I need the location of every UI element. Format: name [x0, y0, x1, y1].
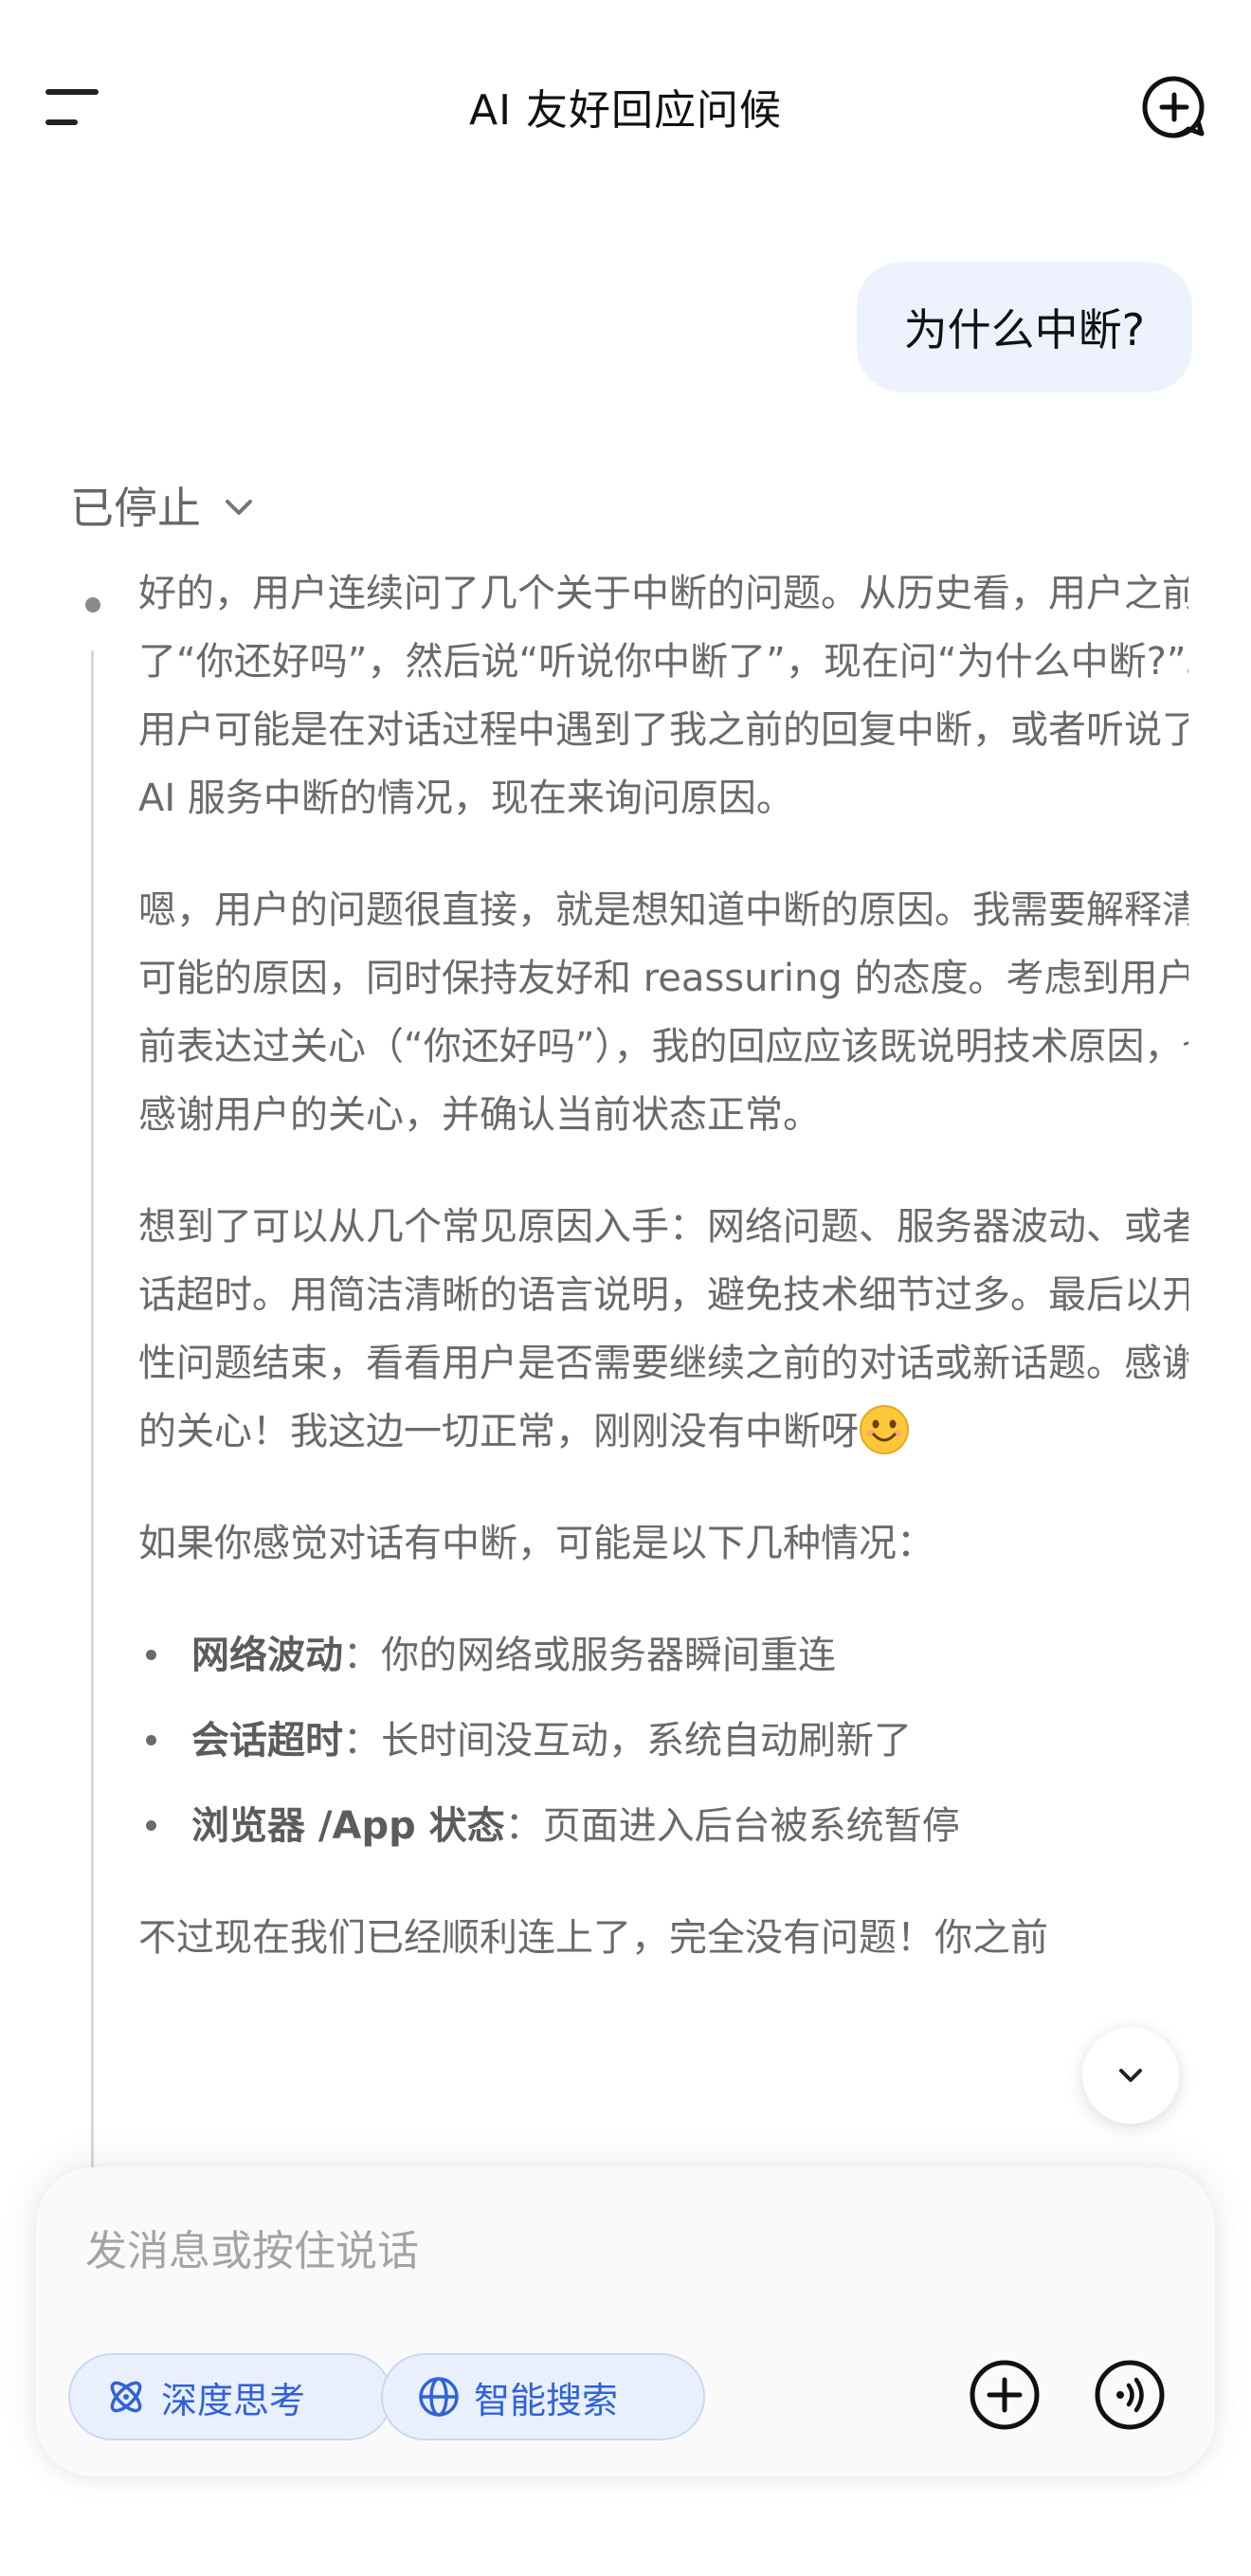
list-item-desc: ：你的网络或服务器瞬间重连	[343, 1634, 836, 1677]
thinking-paragraph: 不过现在我们已经顺利连上了，完全没有问题！你之前	[138, 1916, 1048, 1960]
chevron-down-icon	[1119, 2069, 1142, 2082]
user-message-text: 为什么中断?	[903, 304, 1145, 356]
message-composer: 发消息或按住说话 深度思考 智能搜索	[36, 2167, 1215, 2476]
new-chat-button[interactable]	[1141, 74, 1207, 140]
chevron-down-icon	[226, 500, 252, 515]
deep-think-toggle[interactable]: 深度思考	[68, 2353, 392, 2440]
reason-list: 网络波动：你的网络或服务器瞬间重连 会话超时：长时间没互动，系统自动刷新了 浏览…	[138, 1621, 1188, 1860]
add-attachment-button[interactable]	[967, 2357, 1042, 2433]
list-item-term: 浏览器 /App 状态	[191, 1804, 505, 1848]
globe-icon	[419, 2377, 459, 2417]
thinking-block: 好的，用户连续问了几个关于中断的问题。从历史看，用户之前问了“你还好吗”，然后说…	[70, 559, 1188, 2171]
thinking-paragraph: 想到了可以从几个常见原因入手：网络问题、服务器波动、或者会话超时。用简洁清晰的语…	[138, 1193, 1188, 1466]
thinking-paragraph: 如果你感觉对话有中断，可能是以下几种情况：	[138, 1522, 934, 1565]
list-item-desc: ：长时间没互动，系统自动刷新了	[343, 1719, 912, 1763]
list-bullet	[146, 1735, 156, 1745]
thinking-content: 好的，用户连续问了几个关于中断的问题。从历史看，用户之前问了“你还好吗”，然后说…	[138, 559, 1188, 2016]
new-chat-icon	[1142, 76, 1205, 138]
status-label: 已停止	[70, 483, 201, 534]
web-search-label: 智能搜索	[474, 2379, 619, 2421]
thinking-paragraph: 嗯，用户的问题很直接，就是想知道中断的原因。我需要解释清楚可能的原因，同时保持友…	[138, 888, 1188, 1137]
thinking-paragraph-text: 想到了可以从几个常见原因入手：网络问题、服务器波动、或者会话超时。用简洁清晰的语…	[138, 1205, 1188, 1453]
plus-circle-icon	[970, 2360, 1040, 2430]
list-bullet	[146, 1650, 156, 1660]
page-title: AI 友好回应问候	[468, 86, 783, 135]
thinking-bullet	[85, 597, 100, 612]
list-item: 会话超时：长时间没互动，系统自动刷新了	[138, 1707, 1188, 1775]
user-message-bubble: 为什么中断?	[856, 262, 1192, 393]
voice-input-button[interactable]	[1092, 2357, 1168, 2433]
thinking-status-toggle[interactable]: 已停止	[70, 474, 258, 537]
deep-think-label: 深度思考	[161, 2379, 306, 2421]
thinking-divider	[91, 650, 94, 2171]
top-bar: AI 友好回应问候	[0, 0, 1251, 218]
list-item-term: 网络波动	[191, 1634, 343, 1677]
list-item: 浏览器 /App 状态：页面进入后台被系统暂停	[138, 1792, 1188, 1860]
voice-icon	[1095, 2360, 1165, 2430]
list-item: 网络波动：你的网络或服务器瞬间重连	[138, 1621, 1188, 1690]
message-input[interactable]: 发消息或按住说话	[85, 2217, 419, 2277]
scroll-to-bottom-button[interactable]	[1082, 2027, 1179, 2124]
list-item-term: 会话超时	[191, 1719, 343, 1763]
smile-emoji-icon	[860, 1405, 909, 1454]
thinking-paragraph: 好的，用户连续问了几个关于中断的问题。从历史看，用户之前问了“你还好吗”，然后说…	[138, 572, 1188, 820]
web-search-toggle[interactable]: 智能搜索	[381, 2353, 705, 2440]
list-bullet	[146, 1820, 156, 1831]
atom-icon	[110, 2381, 142, 2413]
list-item-desc: ：页面进入后台被系统暂停	[504, 1804, 960, 1848]
